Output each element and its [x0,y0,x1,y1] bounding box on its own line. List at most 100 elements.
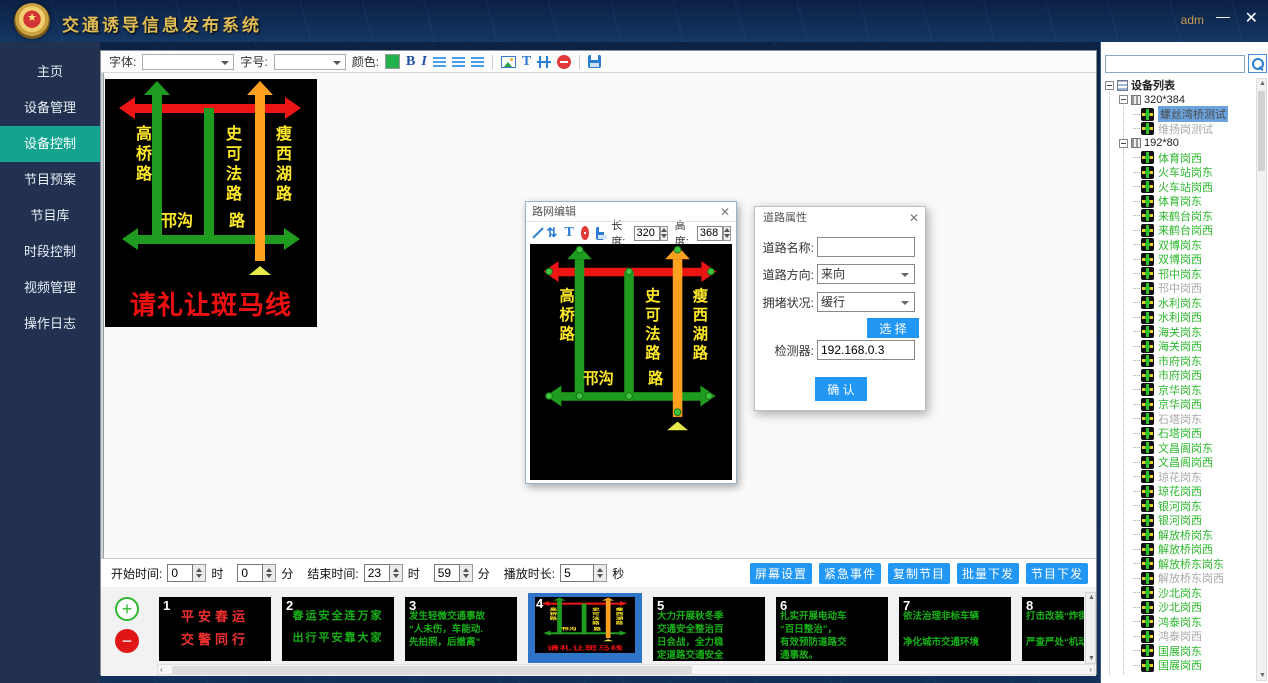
action-button[interactable]: 节目下发 [1026,563,1088,584]
start-hour-input[interactable] [167,564,193,582]
play-duration-spinner[interactable] [594,564,607,582]
length-input[interactable] [634,226,660,241]
save-icon[interactable] [588,55,601,68]
playlist-item[interactable]: 8 打击改装“炸街 严查严处“机动 [1022,597,1084,661]
search-icon[interactable] [1248,54,1267,73]
bold-button[interactable]: B [406,54,415,70]
device-tree-item[interactable]: 国展岗西 [1103,658,1255,673]
collapse-icon[interactable] [1105,81,1114,90]
device-tree-item[interactable]: 双博岗东 [1103,238,1255,253]
sidebar-item[interactable]: 时段控制 [0,234,100,270]
playlist-vertical-scrollbar[interactable]: ▲▼ [1085,592,1096,664]
scrollbar-thumb[interactable] [1258,91,1265,171]
playlist-horizontal-scrollbar[interactable]: ‹ › [157,664,1095,675]
minimize-icon[interactable]: — [1216,8,1230,24]
device-tree-item[interactable]: 琼花岗东 [1103,470,1255,485]
remove-program-button[interactable]: − [115,629,139,653]
close-icon[interactable]: ✕ [909,207,919,229]
scrollbar-thumb[interactable] [172,666,692,674]
dialog-title-bar[interactable]: 道路属性 ✕ [755,207,925,229]
delete-icon[interactable] [557,55,571,69]
delete-icon[interactable] [581,226,590,240]
device-tree-item[interactable]: 水利岗东 [1103,296,1255,311]
color-swatch[interactable] [385,54,400,69]
device-tree-item[interactable]: 市府岗西 [1103,368,1255,383]
detector-input[interactable] [817,340,915,360]
playlist-item[interactable]: 5 大力开展秋冬季 交通安全整治百 日会战，全力稳 定道路交通安全 形势！ [653,597,765,661]
sidebar-item[interactable]: 节目库 [0,198,100,234]
action-button[interactable]: 紧急事件 [819,563,881,584]
add-program-button[interactable]: + [115,597,139,621]
start-minute-input[interactable] [237,564,263,582]
logged-in-user[interactable]: adm [1181,13,1204,27]
sidebar-item[interactable]: 设备管理 [0,90,100,126]
device-tree-item[interactable]: 解放桥岗东 [1103,528,1255,543]
device-tree-item[interactable]: 邗中岗东 [1103,267,1255,282]
italic-button[interactable]: I [421,54,426,70]
end-minute-input[interactable] [434,564,460,582]
end-minute-spinner[interactable] [460,564,473,582]
device-tree-item[interactable]: 火车站岗东 [1103,165,1255,180]
font-select[interactable] [142,54,234,70]
device-tree-item[interactable]: 螺丝湾桥测试 [1103,107,1255,122]
sidebar-item[interactable]: 节目预案 [0,162,100,198]
device-tree-item[interactable]: 石塔岗西 [1103,426,1255,441]
device-tree-item[interactable]: 来鹤台岗东 [1103,209,1255,224]
sidebar-item[interactable]: 设备控制 [0,126,100,162]
device-tree-item[interactable]: 火车站岗西 [1103,180,1255,195]
device-tree-item[interactable]: 琼花岗西 [1103,484,1255,499]
sidebar-item[interactable]: 操作日志 [0,306,100,342]
road-name-input[interactable] [817,237,915,257]
height-spinner[interactable] [723,226,731,241]
playlist-item[interactable]: 3 发生轻微交通事故 “人未伤，车能动. 先拍照，后撤离” [405,597,517,661]
device-tree-scrollbar[interactable]: ▲ ▼ [1256,78,1267,681]
font-size-select[interactable] [274,54,346,70]
sidebar-item[interactable]: 主页 [0,54,100,90]
congestion-select[interactable]: 缓行 [817,292,915,312]
road-editor-canvas[interactable]: 高桥路 史可法路 瘦西湖路 邗沟 路 请礼让斑马线 [530,244,732,480]
align-center-icon[interactable] [452,57,465,67]
device-group[interactable]: 192*80 [1103,136,1255,151]
align-left-icon[interactable] [433,57,446,67]
text-tool-icon[interactable]: T [522,54,531,70]
device-tree-item[interactable]: 解放桥东岗东 [1103,557,1255,572]
confirm-button[interactable]: 确 认 [815,377,867,401]
action-button[interactable]: 批量下发 [957,563,1019,584]
playlist-item[interactable]: 6 扎实开展电动车 “百日整治”， 有效预防道路交 通事故。 [776,597,888,661]
device-tree-item[interactable]: 鸿泰岗西 [1103,629,1255,644]
playlist-item[interactable]: 7 依法治理非标车辆 净化城市交通环境 [899,597,1011,661]
device-tree-item[interactable]: 海关岗东 [1103,325,1255,340]
start-hour-spinner[interactable] [193,564,206,582]
device-tree-item[interactable]: 双博岗西 [1103,252,1255,267]
device-tree-item[interactable]: 银河岗东 [1103,499,1255,514]
device-tree-item[interactable]: 维扬岗测试 [1103,122,1255,137]
device-tree-item[interactable]: 国展岗东 [1103,644,1255,659]
close-icon[interactable]: ✕ [1245,8,1258,28]
device-tree-item[interactable]: 石塔岗东 [1103,412,1255,427]
save-icon[interactable] [596,227,604,240]
device-tree-item[interactable]: 体育岗东 [1103,194,1255,209]
device-tree-item[interactable]: 体育岗西 [1103,151,1255,166]
action-button[interactable]: 复制节目 [888,563,950,584]
playlist-item[interactable]: 2 春运安全连万家 出行平安靠大家 [282,597,394,661]
length-spinner[interactable] [660,226,668,241]
device-tree-item[interactable]: 文昌阁岗东 [1103,441,1255,456]
device-search-input[interactable] [1105,55,1245,73]
two-way-road-icon[interactable]: ⇅ [547,225,558,241]
text-tool-icon[interactable]: T [564,225,573,241]
device-tree-item[interactable]: 解放桥岗西 [1103,542,1255,557]
device-tree-item[interactable]: 文昌阁岗西 [1103,455,1255,470]
playlist-item-selected[interactable]: 4 高桥路 史可法路 瘦西湖路 邗沟 路 请礼让斑马线 [528,593,642,663]
road-network-icon[interactable] [537,56,551,68]
panel-splitter[interactable] [101,73,104,558]
collapse-icon[interactable] [1119,95,1128,104]
dialog-title-bar[interactable]: 路网编辑 ✕ [526,202,736,222]
device-tree-item[interactable]: 沙北岗东 [1103,586,1255,601]
insert-image-icon[interactable] [501,56,516,68]
device-tree-item[interactable]: 海关岗西 [1103,339,1255,354]
sidebar-item[interactable]: 视频管理 [0,270,100,306]
height-input[interactable] [697,226,723,241]
road-direction-select[interactable]: 来向 [817,264,915,284]
device-tree-item[interactable]: 来鹤台岗西 [1103,223,1255,238]
device-tree-item[interactable]: 解放桥东岗西 [1103,571,1255,586]
